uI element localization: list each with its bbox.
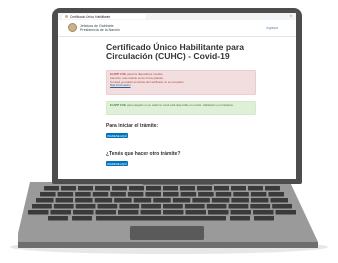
keyboard-key[interactable]: [180, 186, 195, 191]
keyboard-key[interactable]: [233, 192, 249, 197]
spacebar-key[interactable]: [96, 216, 226, 221]
keyboard-key[interactable]: [53, 204, 74, 209]
keyboard-key[interactable]: [72, 216, 92, 221]
keyboard-key[interactable]: [208, 210, 229, 215]
keyboard-key[interactable]: [119, 204, 140, 209]
keyboard-key[interactable]: [214, 186, 229, 191]
keyboard-key[interactable]: [185, 210, 207, 215]
keyboard-key[interactable]: [95, 210, 117, 215]
keyboard-key[interactable]: [211, 198, 230, 203]
national-seal-icon[interactable]: [68, 23, 77, 32]
keyboard-key[interactable]: [48, 216, 68, 221]
trackpad[interactable]: [130, 226, 204, 240]
keyboard-key[interactable]: [28, 210, 49, 215]
keyboard-key[interactable]: [250, 192, 267, 197]
keyboard-key[interactable]: [270, 198, 288, 203]
keyboard-key[interactable]: [73, 210, 94, 215]
keyboard-key[interactable]: [75, 198, 93, 203]
start-procedure-button[interactable]: INGRESE AQUÍ: [106, 133, 128, 138]
alert-error-link[interactable]: Más información: [110, 83, 131, 87]
keyboard-key[interactable]: [141, 204, 161, 209]
keyboard-key[interactable]: [184, 204, 205, 209]
keyboard-key[interactable]: [250, 204, 271, 209]
keyboard-key[interactable]: [254, 216, 274, 221]
keyboard-key[interactable]: [163, 192, 179, 197]
keyboard-key[interactable]: [78, 186, 93, 191]
keyboard-key[interactable]: [92, 192, 109, 197]
alert-success-text: para cargarlo en su teléfono móvil está …: [126, 103, 234, 107]
alert-success: El APP CUIL para cargarlo en su teléfono…: [106, 101, 256, 115]
keyboard-key[interactable]: [228, 204, 249, 209]
keyboard-key[interactable]: [75, 204, 96, 209]
section-other-heading: ¿Tenés que hacer otro trámite?: [106, 151, 181, 157]
keyboard-key[interactable]: [118, 210, 139, 215]
keyboard-key[interactable]: [197, 186, 212, 191]
keyboard-key[interactable]: [272, 204, 292, 209]
favicon-icon: [65, 15, 68, 18]
keyboard-key[interactable]: [50, 210, 72, 215]
keyboard-key[interactable]: [180, 192, 197, 197]
keyboard-key[interactable]: [275, 210, 297, 215]
keyboard-key[interactable]: [140, 210, 162, 215]
screen: Certificado Único Habilitante × Jefatura…: [58, 13, 296, 179]
keyboard-key[interactable]: [163, 186, 178, 191]
keyboard-key[interactable]: [145, 192, 161, 197]
keyboard-key[interactable]: [94, 198, 113, 203]
keyboard-key[interactable]: [129, 186, 144, 191]
keyboard-key[interactable]: [192, 198, 210, 203]
keyboard-key[interactable]: [95, 186, 110, 191]
page-title: Certificado Único Habilitante para Circu…: [106, 42, 245, 62]
login-link[interactable]: Ingresar: [266, 26, 278, 30]
keyboard-key[interactable]: [127, 192, 144, 197]
keyboard-key[interactable]: [32, 204, 52, 209]
section-start-heading: Para iniciar el trámite:: [106, 123, 159, 129]
keyboard-key[interactable]: [231, 186, 246, 191]
keyboard-key[interactable]: [268, 192, 284, 197]
browser-tab[interactable]: Certificado Único Habilitante: [62, 14, 146, 19]
keyboard-key[interactable]: [172, 198, 191, 203]
org-name-line2: Presidencia de la Nación: [80, 28, 120, 32]
keyboard-key[interactable]: [133, 198, 152, 203]
keyboard-key[interactable]: [55, 198, 74, 203]
keyboard-key[interactable]: [146, 186, 161, 191]
keyboard-key[interactable]: [114, 198, 132, 203]
keyboard-key[interactable]: [230, 216, 250, 221]
keyboard-key[interactable]: [163, 210, 184, 215]
keyboard-key[interactable]: [97, 204, 118, 209]
keyboard-key[interactable]: [230, 210, 252, 215]
keyboard-key[interactable]: [206, 204, 227, 209]
other-procedure-button[interactable]: INGRESE AQUÍ: [106, 161, 128, 166]
laptop-base: [18, 182, 318, 248]
keyboard-key[interactable]: [44, 186, 59, 191]
keyboard-key[interactable]: [231, 198, 249, 203]
keyboard-key[interactable]: [57, 192, 74, 197]
keyboard-key[interactable]: [198, 192, 214, 197]
site-header: Jefatura de Gabinete Presidencia de la N…: [58, 20, 296, 37]
keyboard-key[interactable]: [112, 186, 127, 191]
keyboard-key[interactable]: [265, 186, 280, 191]
keyboard-key[interactable]: [110, 192, 126, 197]
keyboard-key[interactable]: [40, 192, 56, 197]
keyboard-key[interactable]: [248, 186, 263, 191]
keyboard-key[interactable]: [153, 198, 171, 203]
keyboard-key[interactable]: [215, 192, 232, 197]
keyboard-key[interactable]: [250, 198, 269, 203]
browser-tab-title: Certificado Único Habilitante: [70, 14, 111, 19]
keyboard-key[interactable]: [36, 198, 54, 203]
window-close-icon[interactable]: ×: [290, 13, 292, 18]
alert-error: El APP CUIL para los dispositivos movile…: [106, 70, 256, 95]
keyboard-key[interactable]: [61, 186, 76, 191]
keyboard-key[interactable]: [163, 204, 183, 209]
keyboard-key[interactable]: [253, 210, 274, 215]
alert-success-bold: El APP CUIL: [110, 103, 127, 107]
keyboard-key[interactable]: [75, 192, 91, 197]
